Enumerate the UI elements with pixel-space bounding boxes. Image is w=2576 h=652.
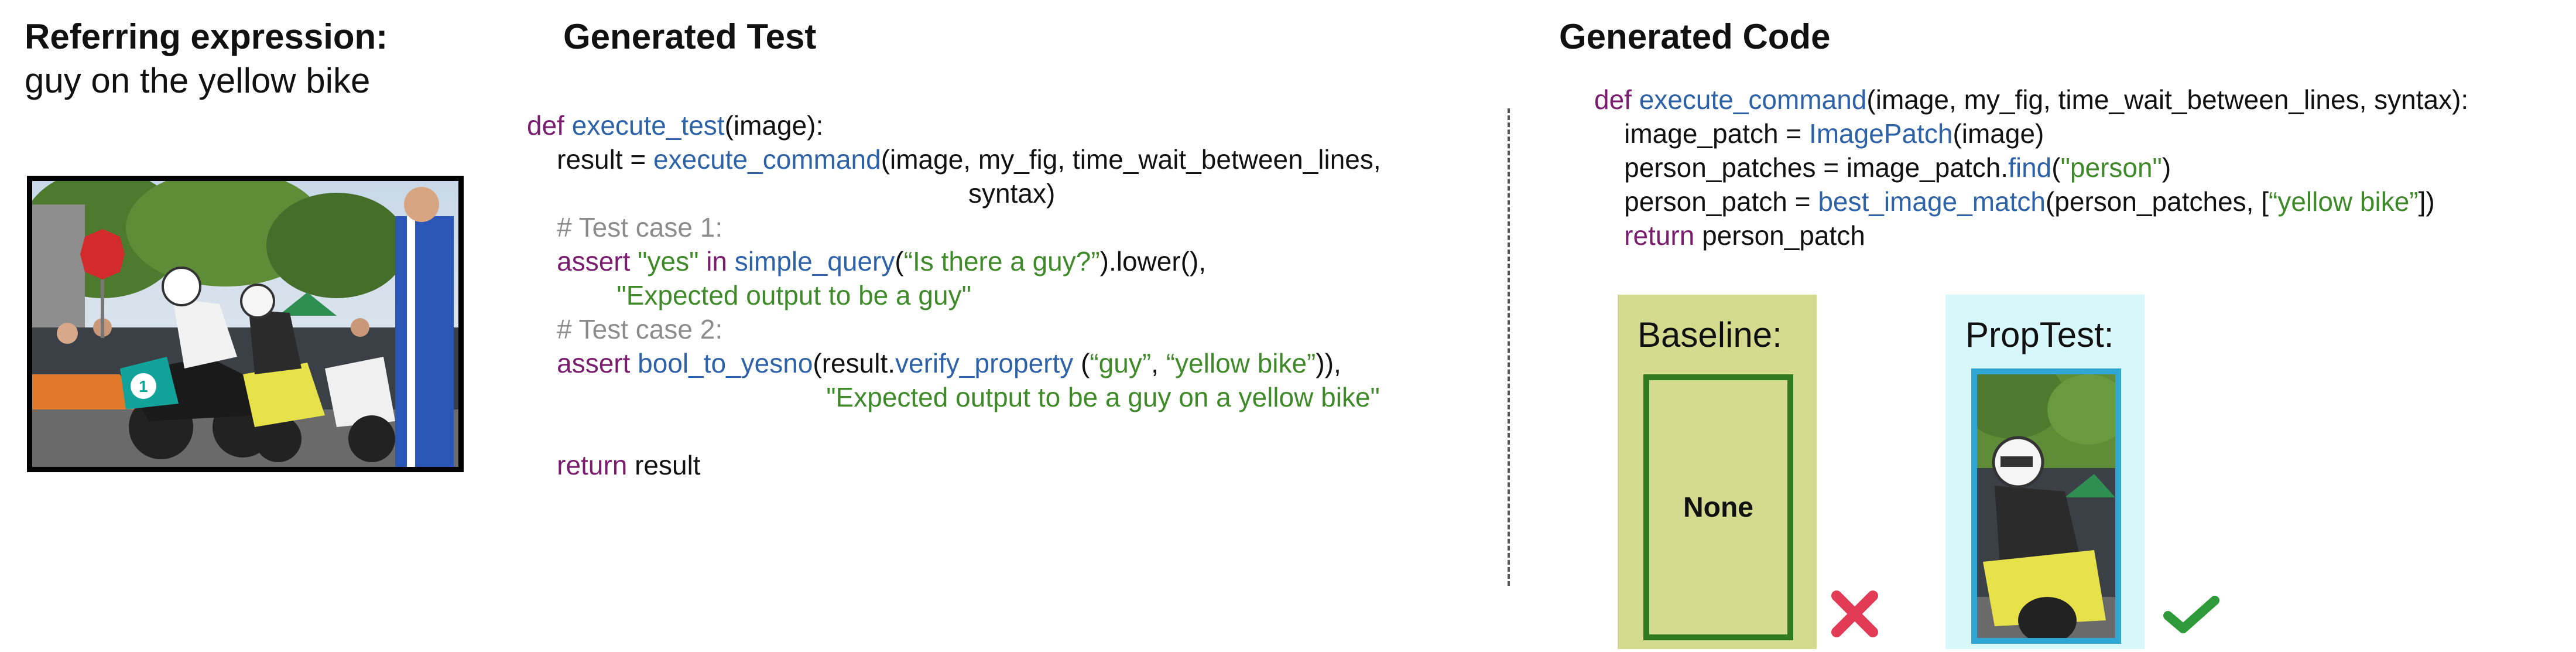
- code-token: “yellow bike”: [2269, 186, 2419, 217]
- code-token: (: [895, 246, 904, 276]
- code-line: return person_patch: [1594, 219, 2468, 252]
- code-line: # Test case 1:: [527, 210, 1381, 244]
- code-token: “guy”: [1090, 348, 1152, 378]
- code-token: (image): [1952, 118, 2044, 149]
- code-token: ).lower(),: [1099, 246, 1207, 276]
- svg-text:1: 1: [139, 377, 148, 395]
- code-token: (image, my_fig, time_wait_between_lines,…: [1866, 84, 2469, 115]
- generated-code-block: def execute_command(image, my_fig, time_…: [1594, 83, 2468, 252]
- code-token: verify_property: [895, 348, 1074, 378]
- code-line: result = execute_command(image, my_fig, …: [527, 142, 1381, 176]
- code-token: "Expected output to be a guy": [616, 280, 971, 310]
- generated-test-code: def execute_test(image): result = execut…: [527, 108, 1381, 482]
- code-token: "Expected output to be a guy on a yellow…: [826, 382, 1380, 412]
- code-token: result =: [527, 144, 654, 175]
- check-icon: [2163, 596, 2219, 633]
- generated-code-heading: Generated Code: [1559, 17, 1831, 56]
- referring-expression: guy on the yellow bike: [25, 61, 371, 100]
- code-token: (image):: [724, 110, 824, 141]
- code-token: "yes": [638, 246, 707, 276]
- code-token: (image, my_fig, time_wait_between_lines,: [881, 144, 1381, 175]
- input-photo-illustration: 1: [32, 181, 458, 467]
- code-line: person_patch = best_image_match(person_p…: [1594, 185, 2468, 219]
- baseline-result-text: None: [1683, 491, 1753, 523]
- code-token: "person": [2060, 152, 2162, 183]
- code-token: ): [2161, 152, 2171, 183]
- generated-test-heading: Generated Test: [563, 17, 817, 56]
- code-token: ,: [1151, 348, 1166, 378]
- column-divider: [1508, 108, 1510, 586]
- code-token: return: [527, 450, 635, 480]
- code-line: def execute_test(image):: [527, 108, 1381, 142]
- code-line: def execute_command(image, my_fig, time_…: [1594, 83, 2468, 117]
- proptest-crop-illustration: [1977, 374, 2115, 638]
- code-token: def: [527, 110, 572, 141]
- code-token: find: [2008, 152, 2052, 183]
- code-token: (: [2051, 152, 2061, 183]
- code-line: "Expected output to be a guy": [527, 278, 1381, 312]
- code-token: assert: [527, 246, 638, 276]
- code-token: assert: [527, 348, 638, 378]
- code-token: execute_command: [653, 144, 881, 175]
- code-token: ImagePatch: [1808, 118, 1953, 149]
- code-line: assert bool_to_yesno(result.verify_prope…: [527, 346, 1381, 380]
- code-token: # Test case 1:: [527, 212, 723, 243]
- cross-icon: [1831, 590, 1878, 637]
- code-token: syntax): [527, 178, 1056, 209]
- proptest-result-crop: [1971, 368, 2121, 644]
- baseline-result-box: None: [1643, 374, 1793, 640]
- code-line: syntax): [527, 176, 1381, 210]
- code-token: in: [706, 246, 735, 276]
- proptest-label: PropTest:: [1965, 315, 2114, 354]
- code-token: (person_patches, [: [2045, 186, 2269, 217]
- code-token: best_image_match: [1818, 186, 2046, 217]
- code-token: (result.: [813, 348, 896, 378]
- code-token: ]): [2418, 186, 2435, 217]
- code-token: image_patch =: [1594, 118, 1809, 149]
- code-token: return: [1594, 220, 1703, 251]
- code-line: "Expected output to be a guy on a yellow…: [527, 380, 1381, 414]
- code-line: # Test case 2:: [527, 312, 1381, 346]
- code-token: result: [635, 450, 701, 480]
- code-token: )),: [1316, 348, 1341, 378]
- code-token: # Test case 2:: [527, 314, 723, 344]
- code-token: “Is there a guy?”: [903, 246, 1100, 276]
- code-token: execute_command: [1639, 84, 1867, 115]
- code-token: (: [1073, 348, 1090, 378]
- code-token: simple_query: [734, 246, 895, 276]
- code-token: “yellow bike”: [1166, 348, 1316, 378]
- code-token: execute_test: [571, 110, 725, 141]
- code-line: assert "yes" in simple_query(“Is there a…: [527, 244, 1381, 278]
- input-photo: 1: [27, 176, 464, 472]
- code-token: person_patch: [1702, 220, 1865, 251]
- code-line: image_patch = ImagePatch(image): [1594, 117, 2468, 151]
- code-line: person_patches = image_patch.find("perso…: [1594, 151, 2468, 185]
- code-token: bool_to_yesno: [638, 348, 813, 378]
- code-line: return result: [527, 448, 1381, 482]
- code-token: def: [1594, 84, 1639, 115]
- code-token: person_patch =: [1594, 186, 1818, 217]
- baseline-panel: Baseline: None: [1618, 295, 1817, 649]
- baseline-label: Baseline:: [1638, 315, 1782, 354]
- referring-heading: Referring expression:: [25, 17, 388, 56]
- proptest-panel: PropTest:: [1945, 295, 2145, 649]
- code-token: person_patches = image_patch.: [1594, 152, 2009, 183]
